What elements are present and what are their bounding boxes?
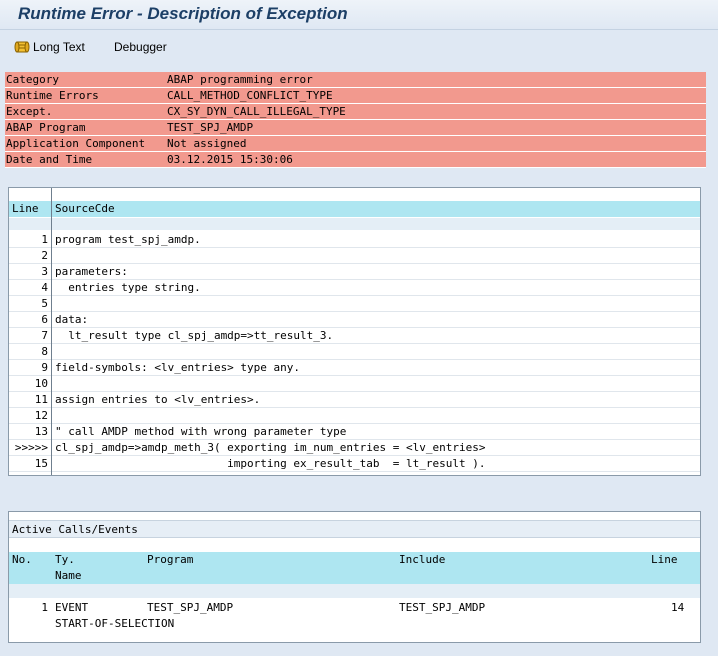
error-line-marker: >>>>> — [14, 441, 48, 454]
active-calls-title: Active Calls/Events — [12, 523, 138, 536]
code-line: 9 field-symbols: <lv_entries> type any. — [9, 360, 700, 376]
call-line: 14 — [671, 601, 685, 614]
error-row-label: Runtime Errors — [6, 89, 99, 102]
error-summary-panel: Category ABAP programming error Runtime … — [5, 72, 706, 168]
code-line: 3 parameters: — [9, 264, 700, 280]
active-calls-panel[interactable]: Active Calls/Events No. Ty. Name Program… — [8, 511, 701, 643]
code-text: importing ex_result_tab = lt_result ). — [55, 457, 486, 470]
error-row-label: Application Component — [6, 137, 146, 150]
error-row-date-time: Date and Time 03.12.2015 15:30:06 — [5, 152, 706, 168]
call-program: TEST_SPJ_AMDP — [147, 601, 234, 614]
active-calls-title-bar: Active Calls/Events — [9, 520, 700, 538]
code-text: field-symbols: <lv_entries> type any. — [55, 361, 301, 374]
error-row-category: Category ABAP programming error — [5, 72, 706, 88]
error-row-value: 03.12.2015 15:30:06 — [167, 153, 293, 166]
column-header-type: Ty. — [55, 553, 75, 566]
code-line: 4 entries type string. — [9, 280, 700, 296]
error-row-value: CX_SY_DYN_CALL_ILLEGAL_TYPE — [167, 105, 346, 118]
code-line: 8 — [9, 344, 700, 360]
title-bar: Runtime Error - Description of Exception — [0, 0, 718, 30]
column-header-name: Name — [55, 569, 82, 582]
source-code-panel[interactable]: Line SourceCde 1 program test_spj_amdp. 2… — [8, 187, 701, 476]
line-number: 15 — [34, 457, 48, 470]
call-name: START-OF-SELECTION — [55, 617, 175, 630]
line-number: 7 — [41, 329, 48, 342]
error-row-label: Date and Time — [6, 153, 93, 166]
error-row-value: CALL_METHOD_CONFLICT_TYPE — [167, 89, 333, 102]
column-header-line: Line — [12, 202, 39, 215]
debugger-label: Debugger — [114, 40, 167, 54]
code-text: " call AMDP method with wrong parameter … — [55, 425, 347, 438]
error-row-abap-program: ABAP Program TEST_SPJ_AMDP — [5, 120, 706, 136]
line-number: 2 — [41, 249, 48, 262]
code-text: assign entries to <lv_entries>. — [55, 393, 261, 406]
code-line: 2 — [9, 248, 700, 264]
line-number: 1 — [41, 233, 48, 246]
code-text: data: — [55, 313, 89, 326]
code-text: entries type string. — [55, 281, 201, 294]
code-line: 1 program test_spj_amdp. — [9, 232, 700, 248]
column-header-no: No. — [12, 553, 32, 566]
code-line: 10 — [9, 376, 700, 392]
code-line: 7 lt_result type cl_spj_amdp=>tt_result_… — [9, 328, 700, 344]
line-number: 6 — [41, 313, 48, 326]
application-toolbar: Long Text Debugger — [0, 31, 718, 63]
error-row-application-component: Application Component Not assigned — [5, 136, 706, 152]
column-header-include: Include — [399, 553, 446, 566]
call-row[interactable]: 1 EVENT START-OF-SELECTION TEST_SPJ_AMDP… — [9, 600, 700, 634]
line-number: 12 — [34, 409, 48, 422]
error-row-label: Except. — [6, 105, 53, 118]
calls-header: No. Ty. Name Program Include Line — [9, 552, 700, 584]
calls-gap — [9, 584, 700, 598]
line-number: 4 — [41, 281, 48, 294]
code-line: 12 — [9, 408, 700, 424]
error-row-runtime-errors: Runtime Errors CALL_METHOD_CONFLICT_TYPE — [5, 88, 706, 104]
source-header: Line SourceCde — [9, 201, 700, 217]
column-header-source: SourceCde — [55, 202, 115, 215]
line-number: 3 — [41, 265, 48, 278]
long-text-button[interactable]: Long Text — [14, 38, 85, 56]
code-text: lt_result type cl_spj_amdp=>tt_result_3. — [55, 329, 334, 342]
scroll-icon — [14, 41, 30, 53]
call-include: TEST_SPJ_AMDP — [399, 601, 486, 614]
column-header-program: Program — [147, 553, 194, 566]
code-line: 13 " call AMDP method with wrong paramete… — [9, 424, 700, 440]
line-number: 11 — [34, 393, 48, 406]
code-line: 11 assign entries to <lv_entries>. — [9, 392, 700, 408]
line-number: 9 — [41, 361, 48, 374]
long-text-label: Long Text — [33, 40, 85, 54]
call-no: 1 — [41, 601, 48, 614]
line-number: 8 — [41, 345, 48, 358]
error-row-exception: Except. CX_SY_DYN_CALL_ILLEGAL_TYPE — [5, 104, 706, 120]
source-gap — [9, 218, 700, 230]
column-header-line: Line — [651, 553, 678, 566]
error-row-value: Not assigned — [167, 137, 247, 150]
code-text: parameters: — [55, 265, 128, 278]
code-text: program test_spj_amdp. — [55, 233, 201, 246]
code-line-error: >>>>> cl_spj_amdp=>amdp_meth_3( exporting… — [9, 440, 700, 456]
code-line: 15 importing ex_result_tab = lt_result )… — [9, 456, 700, 472]
code-line: 6 data: — [9, 312, 700, 328]
error-row-label: ABAP Program — [6, 121, 86, 134]
call-type: EVENT — [55, 601, 89, 614]
line-number: 13 — [34, 425, 48, 438]
error-row-label: Category — [6, 73, 59, 86]
line-number: 5 — [41, 297, 48, 310]
window-title: Runtime Error - Description of Exception — [18, 4, 348, 23]
error-row-value: ABAP programming error — [167, 73, 313, 86]
debugger-button[interactable]: Debugger — [114, 38, 167, 56]
line-number: 10 — [34, 377, 48, 390]
error-row-value: TEST_SPJ_AMDP — [167, 121, 254, 134]
code-line: 5 — [9, 296, 700, 312]
column-divider — [51, 188, 52, 475]
code-text: cl_spj_amdp=>amdp_meth_3( exporting im_n… — [55, 441, 486, 454]
